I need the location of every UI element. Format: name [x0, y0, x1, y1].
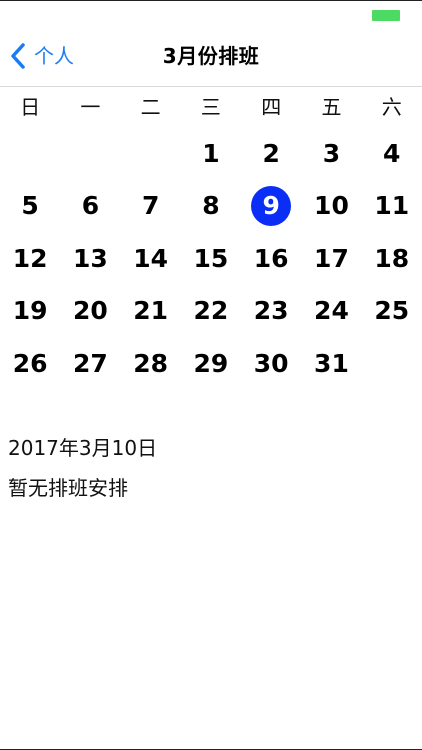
calendar-day[interactable]: 1 [181, 127, 241, 180]
weekday-label: 四 [261, 95, 282, 119]
calendar-day[interactable]: 27 [60, 337, 120, 390]
day-number: 18 [374, 243, 410, 273]
day-number: 28 [133, 348, 169, 378]
weekday-label: 五 [321, 95, 342, 119]
day-number: 15 [193, 243, 229, 273]
navigation-bar: 个人 3月份排班 [0, 23, 422, 87]
calendar-day[interactable]: 7 [121, 180, 181, 233]
calendar-day[interactable]: 11 [362, 180, 422, 233]
calendar-days-grid: 1 2 3 4 5 6 7 8 9 10 11 12 13 14 15 16 17 18 19 20 21 22 23 24 2… [0, 127, 422, 390]
day-number: 21 [133, 296, 169, 326]
empty-day-cell [60, 127, 120, 180]
calendar-day[interactable]: 25 [362, 285, 422, 338]
day-number: 22 [193, 296, 229, 326]
calendar-day[interactable]: 22 [181, 285, 241, 338]
calendar-day[interactable]: 8 [181, 180, 241, 233]
calendar-day[interactable]: 18 [362, 232, 422, 285]
calendar-day[interactable]: 17 [301, 232, 361, 285]
day-number: 8 [202, 191, 220, 221]
day-number: 5 [21, 191, 39, 221]
selected-date-label: 2017年3月10日 [8, 436, 158, 460]
calendar-day[interactable]: 21 [121, 285, 181, 338]
calendar-day[interactable]: 19 [0, 285, 60, 338]
calendar-day[interactable]: 30 [241, 337, 301, 390]
calendar-day[interactable]: 28 [121, 337, 181, 390]
day-number: 1 [202, 138, 220, 168]
calendar-day[interactable]: 14 [121, 232, 181, 285]
day-number: 30 [253, 348, 289, 378]
calendar-day[interactable]: 29 [181, 337, 241, 390]
weekday-header: 日一二三四五六 [0, 91, 422, 123]
calendar-day[interactable]: 16 [241, 232, 301, 285]
calendar-day[interactable]: 23 [241, 285, 301, 338]
calendar-day[interactable]: 10 [301, 180, 361, 233]
calendar-day[interactable]: 26 [0, 337, 60, 390]
day-number: 20 [72, 296, 108, 326]
day-number: 24 [314, 296, 349, 326]
day-number: 3 [322, 138, 341, 168]
day-number: 6 [81, 191, 100, 221]
schedule-status-text: 暂无排班安排 [8, 476, 128, 500]
calendar-day[interactable]: 12 [0, 232, 60, 285]
day-number: 25 [374, 296, 410, 326]
calendar-day[interactable]: 15 [181, 232, 241, 285]
calendar-day[interactable]: 5 [0, 180, 60, 233]
status-bar [0, 1, 422, 23]
day-number: 19 [12, 296, 48, 326]
day-number: 26 [12, 348, 48, 378]
empty-day-cell [0, 127, 60, 180]
day-number: 2 [262, 138, 280, 168]
weekday-label: 六 [381, 95, 402, 119]
day-number: 23 [253, 296, 289, 326]
calendar-day-selected[interactable]: 9 [241, 180, 301, 233]
day-number: 13 [72, 243, 108, 273]
calendar-day[interactable]: 6 [60, 180, 120, 233]
day-number: 31 [314, 348, 349, 378]
day-number: 16 [253, 243, 289, 273]
page-title: 3月份排班 [162, 44, 260, 68]
calendar-day[interactable]: 4 [362, 127, 422, 180]
day-number: 29 [193, 348, 229, 378]
calendar-day[interactable]: 24 [301, 285, 361, 338]
weekday-label: 一 [80, 95, 101, 119]
calendar-day[interactable]: 13 [60, 232, 120, 285]
weekday-label: 日 [20, 95, 41, 119]
weekday-label: 二 [140, 95, 161, 119]
calendar-day[interactable]: 2 [241, 127, 301, 180]
empty-day-cell [121, 127, 181, 180]
calendar-day[interactable]: 31 [301, 337, 361, 390]
day-number: 11 [374, 191, 410, 221]
calendar-day[interactable]: 3 [301, 127, 361, 180]
day-number: 4 [383, 138, 401, 168]
day-number: 27 [72, 348, 108, 378]
weekday-label: 三 [200, 95, 221, 119]
calendar-day[interactable]: 20 [60, 285, 120, 338]
schedule-info: 2017年3月10日 暂无排班安排 [8, 433, 157, 503]
day-number: 10 [314, 191, 349, 221]
app-screen: 个人 3月份排班 日一二三四五六 1 2 3 4 5 6 7 8 9 10 11 12 13 14 15 16… [0, 0, 422, 750]
day-number: 17 [314, 243, 349, 273]
day-number: 7 [141, 191, 160, 221]
day-number: 9 [251, 185, 292, 226]
battery-icon [372, 10, 400, 21]
day-number: 12 [12, 243, 48, 273]
day-number: 14 [133, 243, 169, 273]
